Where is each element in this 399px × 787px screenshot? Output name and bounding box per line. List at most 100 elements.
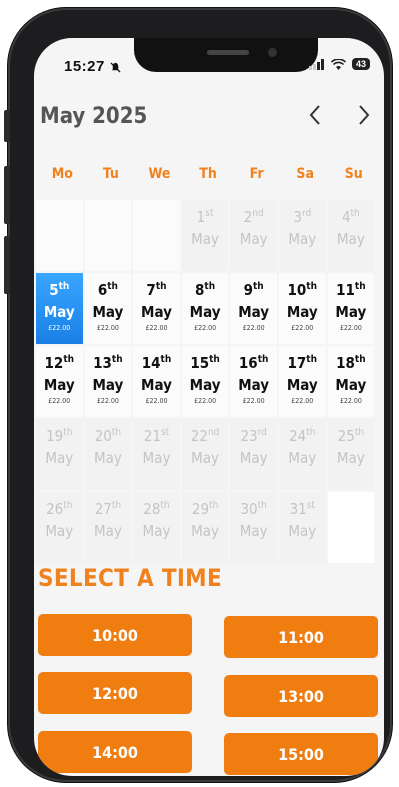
calendar-day[interactable]: 8th May £22.00 (181, 273, 229, 344)
calendar-day-disabled: 1st May (181, 200, 229, 271)
screen: 15:27 43 May 2025 Mo Tu We Th Fr Sa Su 1… (34, 38, 384, 776)
day-suffix: th (354, 427, 365, 438)
phone-frame: 15:27 43 May 2025 Mo Tu We Th Fr Sa Su 1… (4, 10, 390, 780)
day-number: 18th (336, 354, 366, 372)
time-slot-button[interactable]: 14:00 (38, 731, 192, 773)
calendar-day-disabled: 23rd May (230, 419, 277, 490)
day-number: 14th (141, 354, 172, 372)
battery-icon: 43 (351, 58, 370, 70)
time-slot-button[interactable]: 15:00 (224, 733, 378, 775)
day-suffix: rd (301, 208, 312, 219)
day-month: May (335, 376, 367, 394)
day-month: May (92, 303, 124, 321)
day-number: 28th (143, 500, 170, 518)
day-month: May (93, 522, 122, 540)
day-number: 11th (336, 281, 366, 299)
day-month: May (288, 522, 317, 540)
prev-month-button[interactable] (308, 104, 322, 129)
calendar-day-disabled: 22nd May (181, 419, 229, 490)
day-suffix: st (160, 427, 170, 438)
calendar-day-disabled: 21st May (133, 419, 180, 490)
calendar-day-disabled: 19th May (36, 419, 83, 490)
time-slot-button[interactable]: 11:00 (224, 616, 378, 658)
status-icons: 43 (308, 58, 370, 70)
calendar-empty-cell (133, 200, 180, 271)
calendar-week-row: 1st May 2nd May 3rd May 4th May (36, 200, 382, 271)
day-number: 2nd (243, 208, 264, 226)
day-suffix: st (306, 500, 315, 511)
day-month: May (239, 449, 268, 467)
day-suffix: rd (257, 427, 267, 438)
time-slot-button[interactable]: 12:00 (38, 672, 192, 714)
day-number: 16th (238, 354, 269, 372)
day-month: May (336, 449, 365, 467)
calendar-day[interactable]: 16th May £22.00 (230, 346, 277, 417)
calendar-day-disabled: 29th May (181, 492, 229, 563)
day-suffix: th (253, 281, 264, 292)
day-suffix: nd (207, 427, 220, 438)
day-number: 27th (94, 500, 122, 518)
calendar-day[interactable]: 17th May £22.00 (278, 346, 326, 417)
day-number: 4th (341, 208, 360, 226)
calendar-week-row: 26th May 27th May 28th May 29th May 30th May 31st M… (36, 492, 382, 563)
weekday-label: Fr (249, 166, 264, 182)
volume-up-button (4, 166, 10, 224)
day-suffix: th (257, 354, 269, 365)
day-month: May (335, 303, 367, 321)
day-number: 21st (143, 427, 170, 445)
day-suffix: th (63, 354, 75, 365)
calendar-day[interactable]: 9th May £22.00 (230, 273, 277, 344)
calendar-day[interactable]: 10th May £22.00 (278, 273, 326, 344)
calendar-day-disabled: 2nd May (230, 200, 277, 271)
calendar-day[interactable]: 12th May £22.00 (36, 346, 83, 417)
day-month: May (141, 303, 172, 321)
day-suffix: th (257, 500, 267, 511)
day-number: 25th (337, 427, 365, 445)
day-month: May (45, 449, 74, 467)
calendar-day-selected[interactable]: 5th May £22.00 (36, 273, 83, 344)
time-slot-button[interactable]: 10:00 (38, 614, 192, 656)
day-suffix: nd (252, 208, 264, 219)
calendar-day[interactable]: 13th May £22.00 (84, 346, 132, 417)
day-month: May (238, 376, 270, 394)
calendar-day[interactable]: 14th May £22.00 (133, 346, 180, 417)
day-price: £22.00 (339, 324, 362, 332)
day-month: May (288, 449, 317, 467)
day-number: 5th (49, 281, 70, 299)
day-month: May (43, 303, 75, 321)
day-number: 30th (240, 500, 267, 518)
day-month: May (93, 449, 122, 467)
weekday-label: Mo (51, 166, 73, 182)
volume-down-button (4, 236, 10, 294)
day-number: 20th (94, 427, 122, 445)
calendar-day[interactable]: 6th May £22.00 (84, 273, 132, 344)
day-suffix: th (350, 208, 360, 219)
time-slot-button[interactable]: 13:00 (224, 675, 378, 717)
calendar-week-row: 5th May £22.00 6th May £22.00 7th May £22.00 8th M… (36, 273, 382, 344)
day-number: 1st (196, 208, 214, 226)
calendar-week-row: 19th May 20th May 21st May 22nd May 23rd May 24th M… (36, 419, 382, 490)
calendar-day[interactable]: 15th May £22.00 (181, 346, 229, 417)
camera (268, 48, 277, 57)
day-suffix: th (63, 427, 73, 438)
calendar-day[interactable]: 18th May £22.00 (327, 346, 375, 417)
calendar-grid: 1st May 2nd May 3rd May 4th May 5th May £22.00 6th M… (36, 200, 382, 565)
next-month-button[interactable] (357, 104, 371, 129)
weekday-label: Tu (102, 166, 119, 182)
day-number: 24th (289, 427, 316, 445)
day-suffix: th (209, 500, 219, 511)
bell-slash-icon (110, 61, 121, 73)
day-suffix: th (58, 281, 70, 292)
weekday-label: We (148, 166, 171, 182)
day-month: May (189, 376, 221, 394)
calendar-day[interactable]: 7th May £22.00 (133, 273, 180, 344)
notch (134, 38, 318, 72)
calendar-day-disabled: 3rd May (278, 200, 326, 271)
wifi-icon (330, 58, 346, 70)
calendar-day[interactable]: 11th May £22.00 (327, 273, 375, 344)
day-suffix: th (354, 354, 366, 365)
day-suffix: th (204, 281, 216, 292)
day-suffix: th (306, 427, 316, 438)
mute-switch (4, 110, 10, 142)
speaker (207, 50, 249, 55)
